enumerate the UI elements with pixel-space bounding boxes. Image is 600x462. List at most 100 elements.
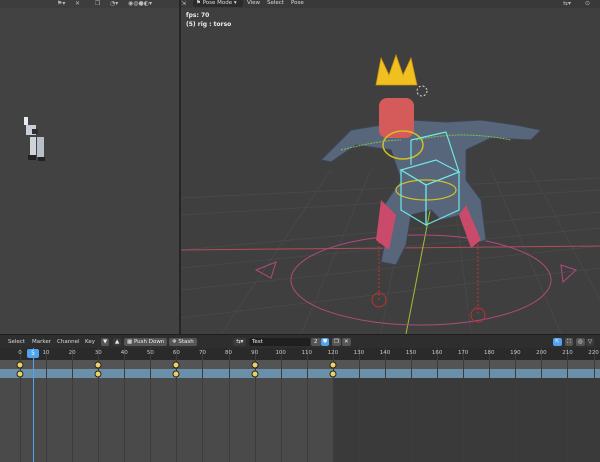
grid-line (229, 348, 230, 462)
grid-line (541, 348, 542, 462)
xray-icon[interactable]: ✕ (75, 0, 80, 7)
tl-menu-select[interactable]: Select (8, 339, 25, 345)
frame-tick-label: 30 (94, 350, 102, 356)
grid-line (150, 348, 151, 462)
grid-line (307, 348, 308, 462)
action-browse-button[interactable]: ⇆▾ (233, 338, 247, 346)
grid-line (567, 348, 568, 462)
transform-orientation-icon[interactable]: ⇆▾ (563, 0, 571, 7)
3d-cursor (416, 85, 428, 97)
frame-tick-label: 110 (301, 350, 313, 356)
fps-readout: fps: 70 (186, 12, 210, 19)
frame-tick-label: 60 (172, 350, 180, 356)
grid-line (463, 348, 464, 462)
summary-row[interactable] (0, 360, 600, 369)
keyframe[interactable] (329, 370, 337, 377)
grid-line (411, 348, 412, 462)
pivot-icon[interactable]: ⊙ (585, 0, 590, 7)
frame-tick-label: 80 (225, 350, 233, 356)
menu-select[interactable]: Select (267, 0, 284, 7)
grid-line (202, 348, 203, 462)
new-action-icon[interactable]: ❐ (332, 338, 341, 346)
stash-button[interactable]: ❄ Stash (169, 338, 197, 346)
keyframe[interactable] (16, 361, 24, 368)
filter-icon[interactable]: ▽ (586, 338, 595, 346)
pin-icon[interactable]: ⇲ (181, 0, 186, 7)
gizmo-icon[interactable]: ◔▾ (110, 0, 118, 7)
push-down-icon: ▦ (127, 339, 134, 345)
shading-icons[interactable]: ◉◍●◐▾ (128, 0, 152, 7)
pose-icon[interactable]: ⚑▾ (57, 0, 65, 7)
keyframe[interactable] (172, 361, 180, 368)
tl-menu-marker[interactable]: Marker (32, 339, 51, 345)
filter-dropdown[interactable]: ▼ (101, 338, 110, 346)
frame-tick-label: 130 (353, 350, 365, 356)
frame-tick-label: 200 (536, 350, 547, 356)
right-viewport[interactable]: fps: 70 (5) rig : torso (181, 0, 600, 334)
push-down-button[interactable]: ▦ Push Down (124, 338, 168, 346)
grid-line (515, 348, 516, 462)
mode-dropdown[interactable]: ⚑ Pose Mode ▾ (193, 0, 243, 7)
keyframe[interactable] (94, 370, 102, 377)
grid-line (46, 348, 47, 462)
keyframe[interactable] (251, 361, 259, 368)
right-viewport-header: ⇲ ⚑ Pose Mode ▾ View Select Pose ⇆▾ ⊙ (181, 0, 600, 8)
frame-tick-label: 180 (484, 350, 495, 356)
overlay-icon[interactable]: ❒ (95, 0, 100, 7)
action-users-count[interactable]: 2 (311, 338, 321, 346)
frame-tick-label: 120 (327, 350, 339, 356)
frame-tick-label: 70 (198, 350, 206, 356)
grid-line (359, 348, 360, 462)
unlink-action-icon[interactable]: ✕ (342, 338, 351, 346)
3d-scene (181, 53, 600, 334)
tl-menu-key[interactable]: Key (85, 339, 95, 345)
arrow-up-icon[interactable]: ▲ (113, 338, 122, 346)
grid-line (72, 348, 73, 462)
tl-menu-channel[interactable]: Channel (57, 339, 80, 345)
current-frame-indicator[interactable]: 5 (27, 349, 39, 358)
menu-pose[interactable]: Pose (291, 0, 304, 7)
keyframe[interactable] (94, 361, 102, 368)
snap-icon[interactable]: ⇱ (553, 338, 562, 346)
grid-line (594, 348, 595, 462)
frame-tick-label: 20 (68, 350, 76, 356)
fake-user-shield-icon[interactable]: ⛊ (321, 338, 330, 346)
frame-tick-label: 0 (18, 350, 22, 356)
frame-tick-label: 160 (431, 350, 443, 356)
menu-view[interactable]: View (247, 0, 260, 7)
out-of-range-area (333, 378, 600, 462)
keyframe[interactable] (16, 370, 24, 377)
left-viewport-canvas (24, 117, 45, 161)
character-thumbnail (24, 117, 45, 161)
object-info: (5) rig : torso (186, 21, 232, 28)
proportional-icon[interactable]: ⛶ (565, 338, 573, 346)
playhead[interactable] (33, 348, 34, 462)
frame-tick-label: 190 (510, 350, 521, 356)
frame-tick-label: 220 (588, 350, 599, 356)
keyframe[interactable] (251, 370, 259, 377)
character-model (319, 53, 543, 266)
frame-tick-label: 40 (120, 350, 128, 356)
grid-line (281, 348, 282, 462)
frame-tick-label: 150 (405, 350, 417, 356)
action-name-field[interactable]: Test (249, 338, 310, 346)
stash-label: Stash (178, 339, 194, 345)
timeline-header: Select Marker Channel Key ▼ ▲ ▦ Push Dow… (0, 334, 600, 349)
left-viewport[interactable] (0, 0, 179, 334)
grid-line (385, 348, 386, 462)
frame-tick-label: 170 (457, 350, 469, 356)
frame-tick-label: 50 (146, 350, 154, 356)
keyframe[interactable] (172, 370, 180, 377)
mode-label: Pose Mode (202, 0, 233, 6)
push-down-label: Push Down (133, 339, 165, 345)
left-viewport-header: ⚑▾ ✕ ❒ ◔▾ ◉◍●◐▾ (0, 0, 179, 8)
frame-tick-label: 100 (275, 350, 286, 356)
zoom-icon[interactable]: ◎ (576, 338, 585, 346)
grid-line (437, 348, 438, 462)
action-row[interactable] (0, 369, 600, 378)
grid-line (489, 348, 490, 462)
mode-icon: ⚑ (196, 0, 203, 6)
crown (375, 53, 418, 86)
keyframe[interactable] (329, 361, 337, 368)
grid-line (124, 348, 125, 462)
